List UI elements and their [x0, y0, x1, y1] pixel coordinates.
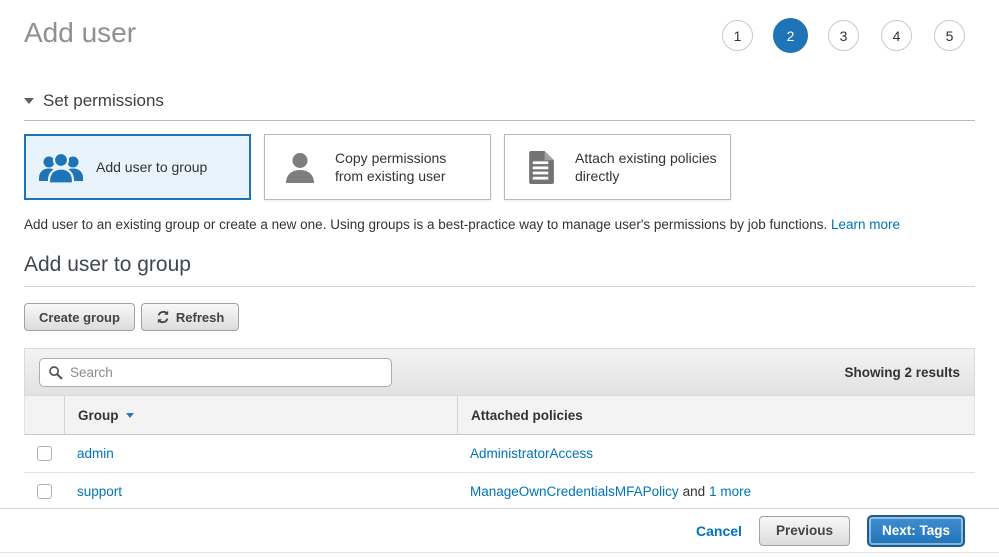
- page-title: Add user: [24, 16, 136, 50]
- table-toolbar: Showing 2 results: [24, 348, 975, 396]
- step-1[interactable]: 1: [722, 20, 753, 51]
- sort-desc-icon: [126, 413, 134, 418]
- checkbox-cell: [24, 484, 64, 499]
- step-2-current[interactable]: 2: [773, 18, 808, 53]
- user-group-icon: [38, 151, 84, 184]
- and-text: and: [683, 484, 706, 499]
- more-policies-link[interactable]: 1 more: [709, 484, 751, 499]
- step-3[interactable]: 3: [828, 20, 859, 51]
- group-section-heading: Add user to group: [24, 253, 975, 277]
- row-checkbox[interactable]: [37, 446, 52, 461]
- search-box: [39, 358, 392, 387]
- step-indicator: 1 2 3 4 5: [722, 20, 965, 51]
- step-5[interactable]: 5: [934, 20, 965, 51]
- group-link[interactable]: support: [77, 484, 122, 499]
- group-link[interactable]: admin: [77, 446, 114, 461]
- table-row-support: support ManageOwnCredentialsMFAPolicy an…: [24, 473, 975, 511]
- set-permissions-toggle[interactable]: Set permissions: [24, 91, 975, 111]
- step-4[interactable]: 4: [881, 20, 912, 51]
- row-checkbox[interactable]: [37, 484, 52, 499]
- divider: [24, 286, 975, 287]
- user-icon: [277, 151, 323, 184]
- next-tags-button[interactable]: Next: Tags: [867, 515, 965, 547]
- wizard-footer: Cancel Previous Next: Tags: [0, 508, 999, 553]
- option-label: Copy permissions from existing user: [335, 149, 478, 185]
- policy-link[interactable]: AdministratorAccess: [470, 446, 593, 461]
- group-actions: Create group Refresh: [24, 303, 975, 331]
- refresh-label: Refresh: [176, 310, 224, 325]
- option-copy-permissions[interactable]: Copy permissions from existing user: [264, 134, 491, 200]
- checkbox-cell: [24, 446, 64, 461]
- document-icon: [517, 151, 563, 184]
- description-text: Add user to an existing group or create …: [24, 217, 827, 232]
- groups-table: Showing 2 results Group Attached policie…: [24, 348, 975, 511]
- column-header-group[interactable]: Group: [65, 396, 458, 434]
- search-input[interactable]: [39, 358, 392, 387]
- option-label: Attach existing policies directly: [575, 149, 718, 185]
- permission-option-cards: Add user to group Copy permissions from …: [24, 134, 975, 200]
- refresh-button[interactable]: Refresh: [141, 303, 239, 331]
- header-checkbox-cell: [25, 396, 65, 434]
- divider: [24, 120, 975, 121]
- option-add-user-to-group[interactable]: Add user to group: [24, 134, 251, 200]
- option-attach-policies[interactable]: Attach existing policies directly: [504, 134, 731, 200]
- section-description: Add user to an existing group or create …: [24, 217, 975, 232]
- page-header: Add user 1 2 3 4 5: [24, 0, 975, 51]
- refresh-icon: [156, 310, 170, 324]
- previous-button[interactable]: Previous: [759, 516, 850, 546]
- policy-link[interactable]: ManageOwnCredentialsMFAPolicy: [470, 484, 679, 499]
- option-label: Add user to group: [96, 158, 207, 176]
- cancel-link[interactable]: Cancel: [696, 523, 742, 539]
- collapse-caret-icon: [24, 98, 34, 104]
- learn-more-link[interactable]: Learn more: [831, 217, 900, 232]
- create-group-button[interactable]: Create group: [24, 303, 135, 331]
- add-user-wizard-page: Add user 1 2 3 4 5 Set permissions: [0, 0, 999, 511]
- column-header-attached-policies: Attached policies: [458, 396, 974, 434]
- section-title: Set permissions: [43, 91, 164, 111]
- table-row-admin: admin AdministratorAccess: [24, 435, 975, 473]
- results-count: Showing 2 results: [844, 365, 960, 380]
- table-header: Group Attached policies: [24, 396, 975, 435]
